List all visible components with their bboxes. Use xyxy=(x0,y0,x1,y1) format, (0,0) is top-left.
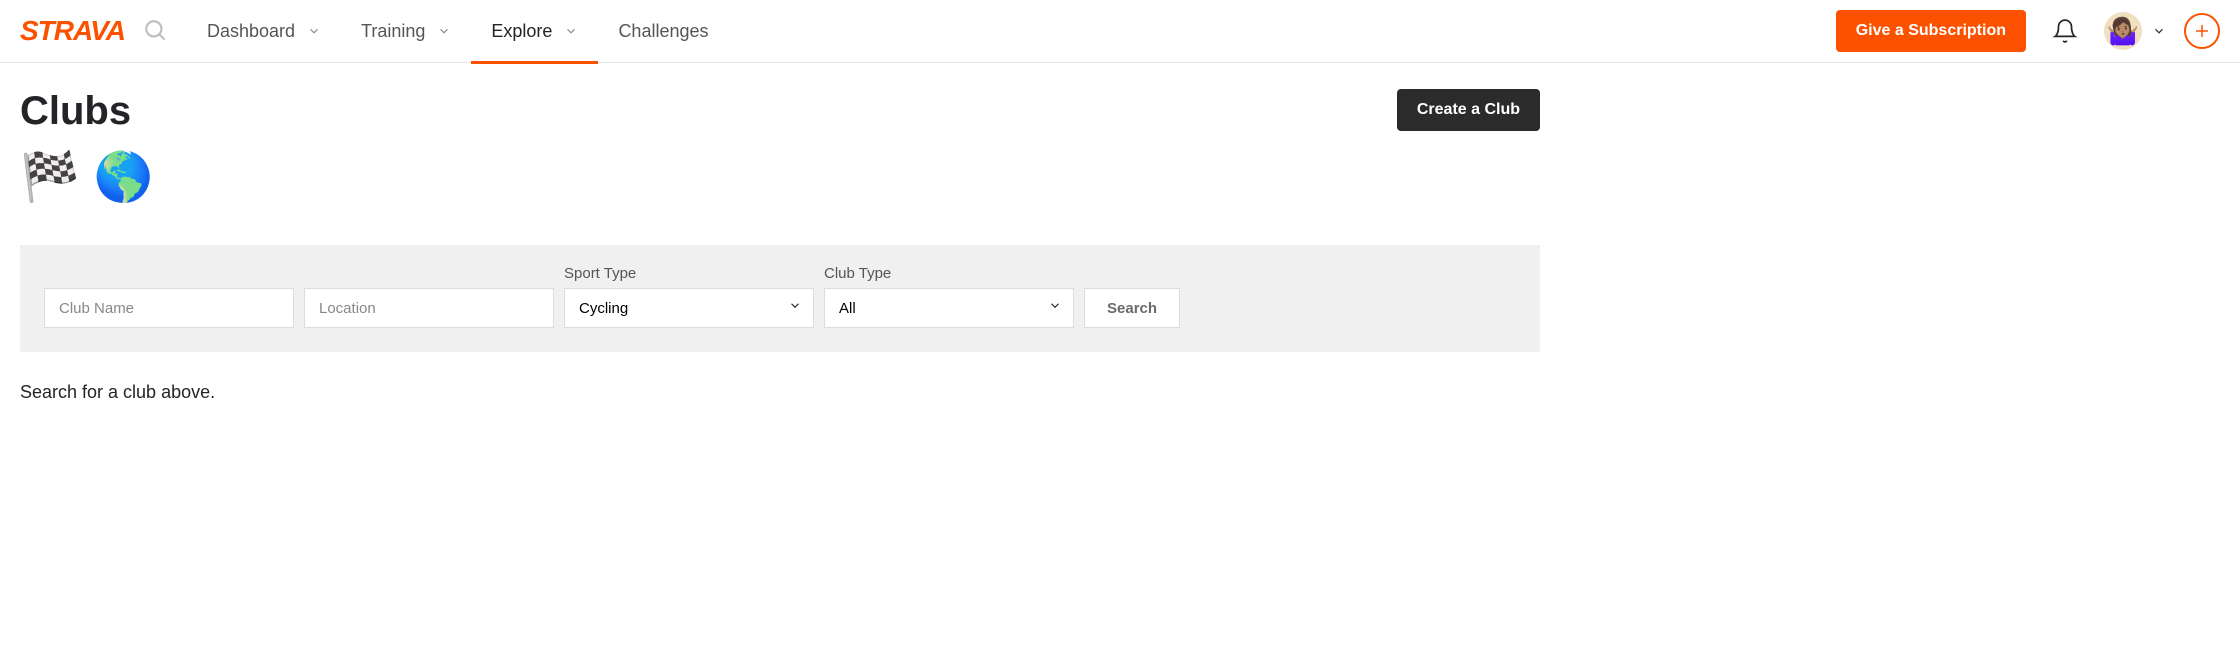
globe-icon: 🌎 xyxy=(94,148,154,205)
avatar: 🤷🏽‍♀️ xyxy=(2104,12,2142,50)
club-type-field: Club Type All xyxy=(824,265,1074,328)
club-type-label: Club Type xyxy=(824,265,1074,282)
search-prompt: Search for a club above. xyxy=(20,382,1540,403)
notifications-icon[interactable] xyxy=(2044,18,2086,44)
nav-explore-label: Explore xyxy=(491,21,552,42)
sport-type-field: Sport Type Cycling xyxy=(564,265,814,328)
sport-type-label: Sport Type xyxy=(564,265,814,282)
club-name-input[interactable] xyxy=(44,288,294,328)
location-field xyxy=(304,288,554,328)
emoji-row: 🏁 🌎 xyxy=(20,148,154,205)
chevron-down-icon xyxy=(2152,24,2166,38)
nav-training[interactable]: Training xyxy=(341,0,471,63)
give-subscription-button[interactable]: Give a Subscription xyxy=(1836,10,2026,52)
search-panel: Sport Type Cycling Club Type All xyxy=(20,245,1540,352)
brand-logo[interactable]: STRAVA xyxy=(20,15,125,47)
club-type-select-wrap: All xyxy=(824,288,1074,328)
title-block: Clubs 🏁 🌎 xyxy=(20,89,154,205)
user-menu[interactable]: 🤷🏽‍♀️ xyxy=(2104,12,2166,50)
nav-training-label: Training xyxy=(361,21,425,42)
flag-icon: 🏁 xyxy=(20,148,80,205)
nav-dashboard[interactable]: Dashboard xyxy=(187,0,341,63)
chevron-down-icon xyxy=(307,24,321,38)
page-content: Clubs 🏁 🌎 Create a Club Sport Type Cycli… xyxy=(0,63,1560,429)
nav-dashboard-label: Dashboard xyxy=(207,21,295,42)
nav-explore[interactable]: Explore xyxy=(471,0,598,63)
club-type-select[interactable]: All xyxy=(824,288,1074,328)
club-name-field xyxy=(44,288,294,328)
search-button[interactable]: Search xyxy=(1084,288,1180,328)
location-input[interactable] xyxy=(304,288,554,328)
chevron-down-icon xyxy=(564,24,578,38)
page-title: Clubs xyxy=(20,89,154,134)
main-header: STRAVA Dashboard Training Explore Cha xyxy=(0,0,2240,63)
nav-challenges[interactable]: Challenges xyxy=(598,0,728,63)
sport-type-select-wrap: Cycling xyxy=(564,288,814,328)
nav-challenges-label: Challenges xyxy=(618,21,708,42)
title-row: Clubs 🏁 🌎 Create a Club xyxy=(20,89,1540,205)
create-club-button[interactable]: Create a Club xyxy=(1397,89,1540,131)
primary-nav: Dashboard Training Explore Challenges xyxy=(187,0,729,63)
add-button[interactable] xyxy=(2184,13,2220,49)
search-icon[interactable] xyxy=(143,18,169,44)
chevron-down-icon xyxy=(437,24,451,38)
sport-type-select[interactable]: Cycling xyxy=(564,288,814,328)
